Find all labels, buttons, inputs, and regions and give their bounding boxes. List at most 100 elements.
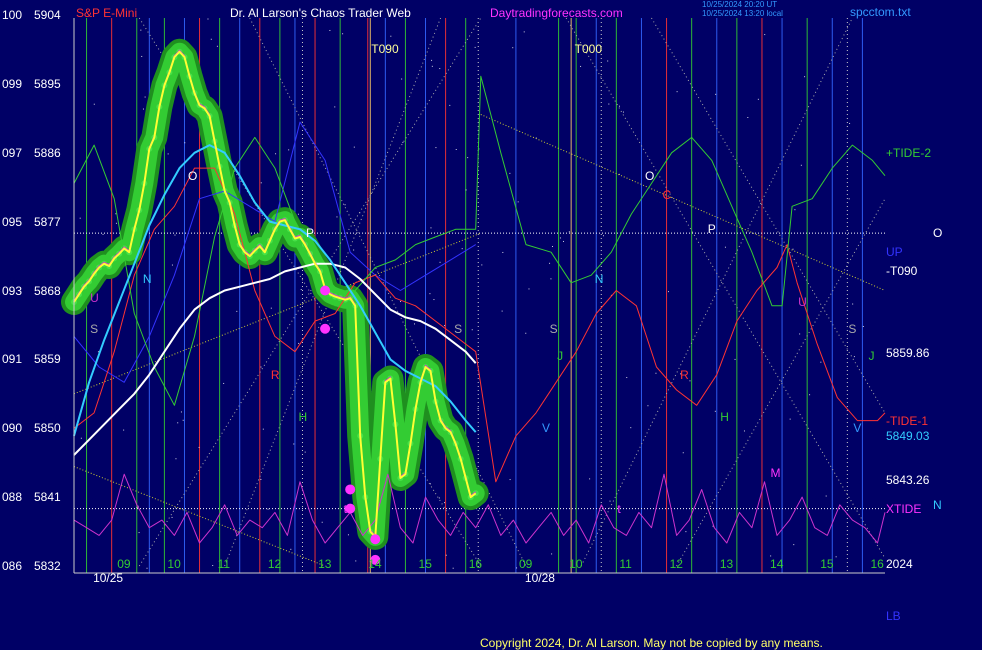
y-tick-label: 5895 bbox=[34, 76, 61, 91]
plot-label: P bbox=[306, 226, 315, 241]
star-dot bbox=[455, 149, 457, 151]
star-dot bbox=[509, 172, 511, 174]
star-dot bbox=[509, 479, 511, 481]
star-dot bbox=[216, 45, 218, 47]
header-symbol: S&P E-Mini bbox=[76, 6, 138, 20]
star-dot bbox=[93, 103, 95, 105]
x-hour-label: 10 bbox=[569, 557, 583, 571]
right-label: 5849.03 bbox=[886, 428, 930, 443]
star-dot bbox=[439, 261, 441, 263]
star-dot bbox=[262, 428, 264, 430]
header-file: spcctom.txt bbox=[850, 5, 911, 19]
plot-label: H bbox=[298, 409, 308, 424]
star-dot bbox=[80, 437, 82, 439]
star-dot bbox=[123, 429, 125, 431]
star-dot bbox=[136, 506, 138, 508]
star-dot bbox=[260, 478, 262, 480]
star-dot bbox=[852, 303, 854, 305]
star-dot bbox=[223, 382, 225, 384]
y-tick-index: 100 bbox=[2, 8, 23, 22]
star-dot bbox=[655, 372, 657, 374]
right-label: N bbox=[933, 497, 942, 512]
star-dot bbox=[523, 31, 525, 33]
star-dot bbox=[439, 68, 441, 70]
star-dot bbox=[559, 237, 561, 239]
star-dot bbox=[342, 33, 344, 35]
star-dot bbox=[809, 394, 811, 396]
star-dot bbox=[792, 248, 794, 250]
header-stamp-2: 10/25/2024 13:20 local bbox=[702, 9, 783, 18]
star-dot bbox=[724, 246, 726, 248]
x-hour-label: 13 bbox=[318, 557, 332, 571]
star-dot bbox=[835, 556, 837, 558]
star-dot bbox=[174, 234, 176, 236]
y-tick-label: 5877 bbox=[34, 214, 61, 229]
star-dot bbox=[336, 216, 338, 218]
star-dot bbox=[433, 299, 435, 301]
star-dot bbox=[471, 329, 473, 331]
star-dot bbox=[743, 430, 745, 432]
star-dot bbox=[300, 289, 302, 291]
right-label: +TIDE-2 bbox=[886, 145, 932, 160]
star-dot bbox=[667, 291, 669, 293]
star-dot bbox=[461, 248, 463, 250]
star-dot bbox=[820, 361, 822, 363]
star-dot bbox=[862, 325, 864, 327]
star-dot bbox=[353, 249, 355, 251]
star-dot bbox=[97, 351, 99, 353]
y-tick-label: 5859 bbox=[34, 352, 61, 367]
star-dot bbox=[304, 451, 306, 453]
star-dot bbox=[714, 410, 716, 412]
star-dot bbox=[517, 201, 519, 203]
star-dot bbox=[800, 164, 802, 166]
star-dot bbox=[563, 240, 565, 242]
star-dot bbox=[516, 567, 518, 569]
y-tick-index: 099 bbox=[2, 76, 23, 91]
x-hour-label: 13 bbox=[719, 557, 734, 571]
right-label: LB bbox=[886, 608, 901, 623]
chaos-trader-chart bbox=[61, 17, 886, 574]
x-hour-label: 12 bbox=[669, 557, 683, 571]
star-dot bbox=[481, 264, 483, 266]
star-dot bbox=[512, 47, 514, 49]
star-dot bbox=[568, 231, 570, 233]
right-label: 5843.26 bbox=[886, 472, 930, 487]
star-dot bbox=[550, 278, 552, 280]
star-dot bbox=[685, 531, 687, 533]
plot-label: M bbox=[770, 465, 781, 480]
star-dot bbox=[260, 366, 262, 368]
x-date-label: 10/28 bbox=[524, 571, 555, 585]
star-dot bbox=[452, 567, 454, 569]
star-dot bbox=[848, 198, 850, 200]
star-dot bbox=[607, 60, 609, 62]
star-dot bbox=[177, 422, 179, 424]
star-dot bbox=[141, 55, 143, 57]
star-dot bbox=[198, 446, 200, 448]
star-dot bbox=[212, 565, 214, 567]
x-hour-label: 15 bbox=[820, 557, 834, 571]
star-dot bbox=[138, 532, 140, 534]
star-dot bbox=[115, 213, 117, 215]
plot-label: C bbox=[662, 187, 672, 202]
plot-label: O bbox=[188, 168, 198, 183]
star-dot bbox=[102, 233, 104, 235]
star-dot bbox=[329, 29, 331, 31]
star-dot bbox=[789, 418, 791, 420]
right-label: O bbox=[933, 226, 943, 241]
y-tick-index: 093 bbox=[2, 283, 23, 298]
star-dot bbox=[608, 103, 610, 105]
right-label: -T090 bbox=[886, 264, 918, 279]
event-marker bbox=[320, 323, 331, 334]
star-dot bbox=[390, 35, 392, 37]
star-dot bbox=[353, 146, 355, 148]
star-dot bbox=[804, 76, 806, 78]
star-dot bbox=[207, 18, 209, 20]
star-dot bbox=[449, 104, 451, 106]
right-label: UP bbox=[886, 245, 903, 260]
x-hour-label: 16 bbox=[870, 557, 884, 571]
star-dot bbox=[171, 516, 173, 518]
star-dot bbox=[618, 105, 620, 107]
plot-label: t bbox=[617, 501, 621, 516]
plot-label: S bbox=[549, 321, 558, 336]
copyright: Copyright 2024, Dr. Al Larson. May not b… bbox=[480, 636, 823, 650]
